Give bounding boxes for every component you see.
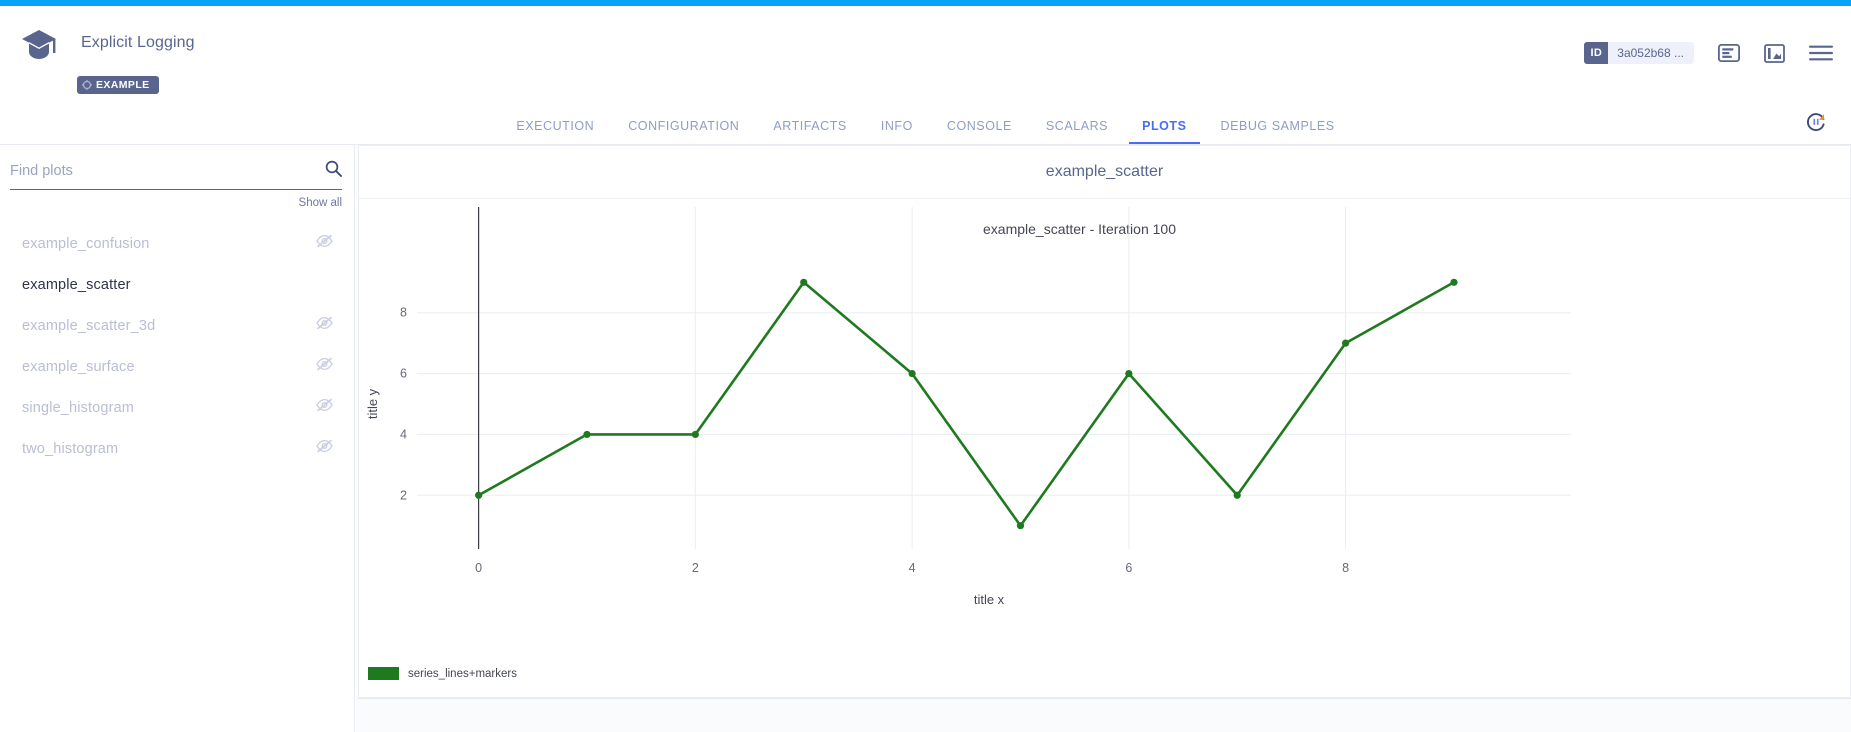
search-row <box>10 160 342 190</box>
plot-card: example_scatter example_scatter - Iterat… <box>358 145 1851 698</box>
legend-color-swatch <box>368 667 399 680</box>
list-item[interactable]: single_histogram <box>0 387 355 428</box>
plot-item-label: example_scatter_3d <box>22 318 316 334</box>
svg-text:title x: title x <box>974 592 1005 607</box>
tab-execution[interactable]: EXECUTION <box>503 119 607 144</box>
eye-off-icon[interactable] <box>316 316 333 335</box>
auto-refresh-pause-icon[interactable] <box>1805 111 1827 138</box>
svg-text:8: 8 <box>400 306 407 320</box>
search-icon[interactable] <box>325 160 342 182</box>
plot-item-label: example_confusion <box>22 236 316 252</box>
plots-sidebar: Show all example_confusion example_scatt… <box>0 145 355 732</box>
example-badge-label: EXAMPLE <box>96 79 150 91</box>
main-content: example_scatter example_scatter - Iterat… <box>356 145 1851 732</box>
list-item[interactable]: example_scatter_3d <box>0 305 355 346</box>
svg-text:title y: title y <box>365 388 380 419</box>
plot-item-label: example_surface <box>22 359 316 375</box>
svg-text:6: 6 <box>400 367 407 381</box>
plot-item-label: two_histogram <box>22 441 316 457</box>
hamburger-menu-icon[interactable] <box>1809 45 1833 61</box>
tab-configuration[interactable]: CONFIGURATION <box>615 119 752 144</box>
svg-text:8: 8 <box>1342 561 1349 575</box>
chart-svg[interactable]: 2 4 6 8 0 2 4 6 8 title x title y <box>359 199 1851 698</box>
tab-console[interactable]: CONSOLE <box>934 119 1025 144</box>
svg-text:2: 2 <box>692 561 699 575</box>
eye-off-icon[interactable] <box>316 398 333 417</box>
task-id-key: ID <box>1584 42 1608 64</box>
list-item[interactable]: example_surface <box>0 346 355 387</box>
plot-item-label: single_histogram <box>22 400 316 416</box>
logo-graduation-cap-icon <box>21 28 57 62</box>
eye-off-icon[interactable] <box>316 439 333 458</box>
list-item-selected[interactable]: example_scatter <box>0 264 355 305</box>
search-input[interactable] <box>10 163 325 179</box>
tab-scalars[interactable]: SCALARS <box>1033 119 1121 144</box>
plot-card-title: example_scatter <box>359 146 1850 199</box>
gear-icon <box>82 80 92 90</box>
page-title: Explicit Logging <box>81 34 195 52</box>
tab-debug-samples[interactable]: DEBUG SAMPLES <box>1208 119 1348 144</box>
task-id-value: 3a052b68 ... <box>1608 42 1694 64</box>
header-toolbar: ID 3a052b68 ... <box>1584 42 1833 64</box>
card-divider <box>358 698 1851 699</box>
svg-text:0: 0 <box>475 561 482 575</box>
tab-artifacts[interactable]: ARTIFACTS <box>760 119 859 144</box>
panel-layout-icon[interactable] <box>1764 44 1785 63</box>
svg-text:4: 4 <box>909 561 916 575</box>
plot-item-label: example_scatter <box>22 277 333 293</box>
list-item[interactable]: two_histogram <box>0 428 355 469</box>
report-icon[interactable] <box>1718 44 1740 62</box>
example-badge: EXAMPLE <box>77 76 159 94</box>
project-header-block: Explicit Logging <box>21 28 195 62</box>
svg-text:2: 2 <box>400 488 407 502</box>
main-tab-bar: EXECUTION CONFIGURATION ARTIFACTS INFO C… <box>0 109 1851 145</box>
task-id-chip[interactable]: ID 3a052b68 ... <box>1584 42 1694 64</box>
eye-off-icon[interactable] <box>316 234 333 253</box>
chart-legend[interactable]: series_lines+markers <box>368 667 517 680</box>
list-item[interactable]: example_confusion <box>0 223 355 264</box>
tab-info[interactable]: INFO <box>868 119 926 144</box>
plot-list: example_confusion example_scatter exampl… <box>0 223 355 469</box>
svg-text:4: 4 <box>400 427 407 441</box>
chart-plot-area: example_scatter - Iteration 100 24680246… <box>359 199 1851 698</box>
eye-off-icon[interactable] <box>316 357 333 376</box>
tab-plots[interactable]: PLOTS <box>1129 119 1199 144</box>
legend-label: series_lines+markers <box>408 668 517 680</box>
show-all-link[interactable]: Show all <box>299 197 342 209</box>
app-header: Explicit Logging EXAMPLE ID 3a052b68 ... <box>0 6 1851 109</box>
svg-text:6: 6 <box>1125 561 1132 575</box>
